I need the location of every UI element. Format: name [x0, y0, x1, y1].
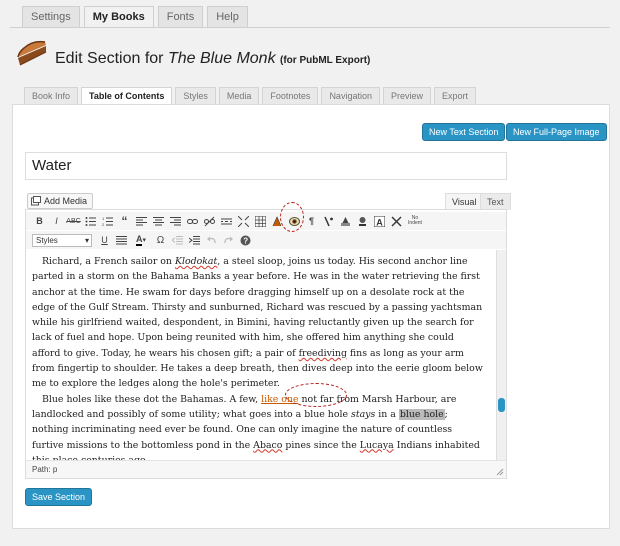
justify-icon[interactable] [114, 233, 129, 248]
tab-table-of-contents[interactable]: Table of Contents [81, 87, 173, 104]
tab-preview[interactable]: Preview [382, 87, 431, 104]
tab-fonts[interactable]: Fonts [157, 6, 204, 28]
styles-dropdown[interactable]: Styles [32, 233, 92, 247]
eye-icon-annotation [280, 202, 304, 232]
tab-navigation[interactable]: Navigation [321, 87, 380, 104]
page-title: Edit Section for The Blue Monk (for PubM… [55, 50, 371, 67]
toolbar-row-2: Styles U A▾ Ω ? [26, 231, 506, 249]
scrollbar-thumb[interactable] [498, 398, 505, 412]
spellcheck-word: Lucaya [359, 439, 394, 451]
omega-icon[interactable]: Ω [153, 233, 168, 248]
bullet-list-icon[interactable] [83, 214, 98, 229]
fullscreen-icon[interactable] [236, 214, 251, 229]
tab-settings[interactable]: Settings [22, 6, 80, 28]
tab-my-books[interactable]: My Books [83, 6, 154, 28]
indent-icon[interactable] [187, 233, 202, 248]
editor-content[interactable]: Richard, a French sailor on Klodokat, a … [26, 250, 506, 460]
add-media-label: Add Media [44, 196, 88, 206]
top-nav: Settings My Books Fonts Help [22, 6, 252, 28]
numbered-list-icon[interactable]: 12 [100, 214, 115, 229]
image-icon[interactable] [338, 214, 353, 229]
outdent-icon[interactable] [170, 233, 185, 248]
align-left-icon[interactable] [134, 214, 149, 229]
redo-icon[interactable] [221, 233, 236, 248]
paragraph-1: Richard, a French sailor on Klodokat, a … [32, 256, 483, 390]
stamp-icon[interactable] [355, 214, 370, 229]
no-indent-label: No Indent [408, 215, 422, 226]
paragraph-2: Blue holes like these dot the Bahamas. A… [32, 393, 480, 460]
footnote-icon[interactable] [321, 214, 336, 229]
blockquote-icon[interactable]: “ [117, 214, 132, 229]
tab-export[interactable]: Export [433, 87, 476, 104]
new-full-page-image-button[interactable]: New Full-Page Image [506, 123, 607, 141]
section-tabs: Book Info Table of Contents Styles Media… [24, 87, 479, 104]
align-right-icon[interactable] [168, 214, 183, 229]
toolbar-row-1: B I ABC 12 “ ¶ A No Indent [26, 212, 506, 230]
drop-cap-icon[interactable]: A [372, 214, 387, 229]
clear-formatting-icon[interactable] [389, 214, 404, 229]
no-indent-button[interactable]: No Indent [406, 214, 424, 229]
top-divider [10, 27, 610, 28]
tab-text[interactable]: Text [480, 193, 511, 210]
strikethrough-icon[interactable]: ABC [66, 214, 81, 229]
underline-icon[interactable]: U [97, 233, 112, 248]
spellcheck-word: Klodokat [174, 256, 218, 267]
svg-text:2: 2 [102, 222, 105, 227]
highlighted-phrase[interactable]: blue hole [398, 408, 445, 420]
svg-text:A: A [376, 217, 383, 227]
element-path: Path: p [26, 460, 506, 478]
read-more-icon[interactable] [219, 214, 234, 229]
help-icon[interactable]: ? [238, 233, 253, 248]
book-title: The Blue Monk [167, 50, 276, 67]
pie-logo-icon [17, 40, 47, 66]
align-center-icon[interactable] [151, 214, 166, 229]
tab-visual[interactable]: Visual [445, 193, 484, 210]
link-icon[interactable] [185, 214, 200, 229]
save-section-button[interactable]: Save Section [25, 488, 93, 506]
edit-panel: New Text Section New Full-Page Image Wat… [12, 104, 610, 529]
svg-text:1: 1 [102, 216, 105, 221]
undo-icon[interactable] [204, 233, 219, 248]
tab-footnotes[interactable]: Footnotes [262, 87, 319, 104]
tab-book-info[interactable]: Book Info [24, 87, 79, 104]
add-media-button[interactable]: Add Media [27, 193, 94, 209]
spellcheck-word: freediving [298, 347, 347, 359]
italic-icon[interactable]: I [49, 214, 64, 229]
unlink-icon[interactable] [202, 214, 217, 229]
tab-help[interactable]: Help [207, 6, 248, 28]
resize-handle-icon[interactable] [496, 468, 504, 476]
rich-text-editor: B I ABC 12 “ ¶ A No Indent Styles ▾ U A … [25, 209, 507, 479]
text-color-icon[interactable]: A ▾ [131, 233, 151, 248]
bold-icon[interactable]: B [32, 214, 47, 229]
media-icon [31, 196, 41, 206]
editor-body-text: Richard, a French sailor on Klodokat, a … [26, 250, 494, 460]
new-text-section-button[interactable]: New Text Section [422, 123, 506, 141]
editor-scrollbar[interactable] [496, 250, 506, 460]
highlight-annotation [285, 383, 347, 407]
toolbar-toggle-icon[interactable] [253, 214, 268, 229]
spellcheck-word: Abaco [253, 439, 283, 451]
svg-text:?: ? [243, 236, 248, 245]
tab-styles[interactable]: Styles [175, 87, 216, 104]
character-style-icon[interactable]: ¶ [304, 214, 319, 229]
section-title-input[interactable]: Water [25, 152, 507, 180]
page-title-suffix: (for PubML Export) [280, 55, 371, 66]
tab-media[interactable]: Media [218, 87, 260, 104]
